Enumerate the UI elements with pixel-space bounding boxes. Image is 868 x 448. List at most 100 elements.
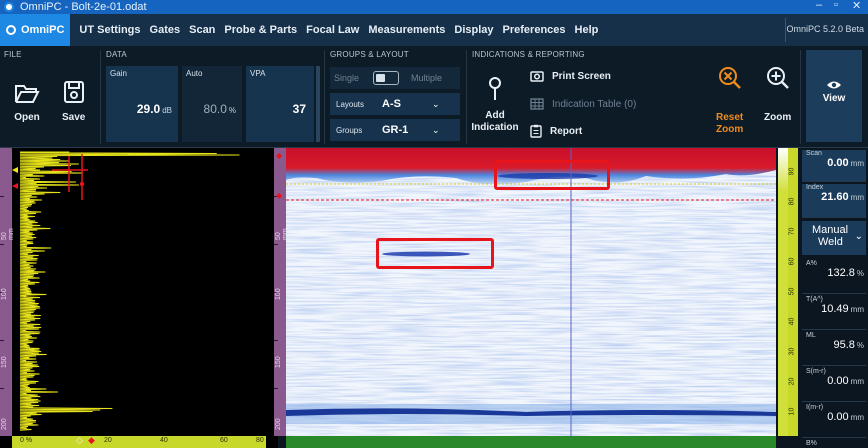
- palette-tick-30: 30: [788, 347, 796, 356]
- ruler-tick: [0, 244, 4, 245]
- gate-diamond-icon[interactable]: ◆: [88, 435, 95, 446]
- open-label: Open: [14, 112, 40, 123]
- menu-preferences[interactable]: Preferences: [503, 24, 566, 36]
- add-indication-button[interactable]: Add Indication: [471, 76, 519, 134]
- omnipc-logo-icon: [6, 25, 16, 35]
- reset-zoom-icon: [718, 67, 741, 89]
- menu-home-tab[interactable]: OmniPC: [0, 14, 71, 46]
- palette-scale: 90 80 70 60 50 40 30 20 10: [788, 148, 798, 436]
- title-bar: OmniPC - Bolt-2e-01.odat – ▫ ✕: [0, 0, 868, 14]
- print-screen-button[interactable]: Print Screen: [530, 70, 611, 82]
- vpa-label: VPA: [250, 69, 266, 78]
- save-label: Save: [62, 112, 86, 123]
- index-reading[interactable]: Index 21.60 mm: [802, 184, 866, 218]
- report-icon: [530, 124, 542, 138]
- groups-dropdown[interactable]: Groups GR-1 ⌄: [330, 119, 460, 141]
- a-label: A%: [806, 260, 817, 267]
- color-palette-bar[interactable]: [778, 148, 788, 436]
- layouts-value: A-S: [382, 98, 401, 110]
- single-multiple-toggle[interactable]: Single Multiple: [330, 67, 460, 89]
- ascan-depth-ruler[interactable]: 50 mm 100 150 200: [0, 148, 15, 436]
- menu-measurements[interactable]: Measurements: [368, 24, 445, 36]
- close-icon[interactable]: ✕: [852, 0, 861, 12]
- ribbon-divider: [466, 50, 467, 144]
- view-label: View: [822, 93, 846, 104]
- bscan-view[interactable]: [286, 148, 776, 436]
- ascan-waveform: [19, 151, 240, 431]
- ml-value: 95.8: [833, 339, 855, 351]
- weld-mode-dropdown[interactable]: Manual Weld ⌄: [802, 221, 866, 255]
- data-scrollbar[interactable]: [316, 66, 320, 142]
- indication-highlight-mid: [376, 238, 494, 269]
- amp-tick-0: 0 %: [20, 437, 33, 444]
- amp-tick-80: 80: [256, 437, 264, 444]
- app-window: OmniPC - Bolt-2e-01.odat – ▫ ✕ OmniPC UT…: [0, 0, 868, 448]
- bscan-depth-tick-100: 100: [275, 288, 282, 300]
- index-label: Index: [806, 184, 824, 191]
- t-reading: T(A^) 10.49 mm: [802, 296, 866, 330]
- amp-tick-40: 40: [160, 437, 168, 444]
- menu-probe-parts[interactable]: Probe & Parts: [224, 24, 297, 36]
- menu-gates[interactable]: Gates: [150, 24, 181, 36]
- bscan-depth-ruler[interactable]: 50 mm 100 150 200 ◆ ◆: [274, 148, 289, 436]
- ml-unit: %: [856, 341, 864, 350]
- chevron-down-icon: ⌄: [432, 98, 440, 109]
- gate-end-icon[interactable]: ◆: [276, 191, 282, 200]
- palette-tick-90: 90: [788, 167, 796, 176]
- a-percent-reading: A% 132.8%: [802, 260, 866, 294]
- menu-scan[interactable]: Scan: [189, 24, 215, 36]
- minimize-icon[interactable]: –: [816, 0, 822, 11]
- zoom-button[interactable]: Zoom: [764, 66, 791, 123]
- vpa-control[interactable]: VPA 37: [246, 66, 314, 142]
- view-button[interactable]: View: [806, 50, 862, 142]
- gain-control[interactable]: Gain 29.0 dB: [106, 66, 178, 142]
- indication-table-button[interactable]: Indication Table (0): [530, 98, 636, 110]
- menu-ut-settings[interactable]: UT Settings: [79, 24, 140, 36]
- a-value: 132.8: [827, 267, 855, 279]
- depth-tick-100: 100: [1, 288, 8, 300]
- index-unit: mm: [850, 193, 864, 202]
- s-label: S(m-r): [806, 368, 826, 375]
- menu-help[interactable]: Help: [575, 24, 599, 36]
- ascan-amplitude-ruler[interactable]: 0 % 20 40 60 80 ◇ ◆: [12, 435, 266, 448]
- menu-display[interactable]: Display: [454, 24, 493, 36]
- scan-value: 0.00: [827, 157, 849, 169]
- groups-layout-section-header: GROUPS & LAYOUT: [330, 50, 409, 59]
- print-screen-label: Print Screen: [552, 70, 611, 82]
- report-button[interactable]: Report: [530, 124, 582, 138]
- save-button[interactable]: Save: [62, 80, 85, 123]
- gate-start-icon[interactable]: ◆: [276, 151, 282, 160]
- cursor-diamond-icon[interactable]: ◇: [76, 435, 83, 446]
- cursor-marker-icon[interactable]: [12, 167, 18, 173]
- layouts-dropdown[interactable]: Layouts A-S ⌄: [330, 93, 460, 115]
- menu-focal-law[interactable]: Focal Law: [306, 24, 359, 36]
- bscan-index-ruler[interactable]: [286, 436, 776, 448]
- ascan-panel[interactable]: 50 mm 100 150 200 0 % 20 40 60 80 ◇ ◆: [0, 148, 278, 448]
- gain-value: 29.0: [136, 102, 161, 116]
- bscan-depth-tick-150: 150: [275, 356, 282, 368]
- chevron-down-icon: ⌄: [432, 124, 440, 135]
- groups-label: Groups: [336, 125, 363, 135]
- scan-reading[interactable]: Scan 0.00 mm: [802, 150, 866, 182]
- open-button[interactable]: Open: [14, 82, 40, 123]
- gain-unit: dB: [162, 106, 172, 115]
- zoom-label: Zoom: [764, 112, 792, 123]
- reset-zoom-button[interactable]: Reset Zoom: [716, 66, 743, 136]
- gate-marker-icon[interactable]: [12, 183, 18, 189]
- ribbon-divider: [100, 50, 101, 144]
- auto-unit: %: [228, 106, 236, 115]
- palette-tick-20: 20: [788, 377, 796, 386]
- report-label: Report: [550, 125, 583, 137]
- scan-unit: mm: [850, 159, 864, 168]
- ruler-tick: [274, 244, 278, 245]
- menu-home-label: OmniPC: [21, 24, 65, 36]
- toggle-switch[interactable]: [373, 71, 400, 85]
- palette-tick-60: 60: [788, 257, 796, 266]
- eye-icon: [827, 81, 841, 89]
- auto-gain-control[interactable]: Auto 80.0%: [182, 66, 242, 142]
- data-section-header: DATA: [106, 50, 127, 59]
- palette-tick-40: 40: [788, 317, 796, 326]
- t-unit: mm: [850, 305, 864, 314]
- ruler-tick: [0, 388, 4, 389]
- restore-icon[interactable]: ▫: [834, 0, 838, 11]
